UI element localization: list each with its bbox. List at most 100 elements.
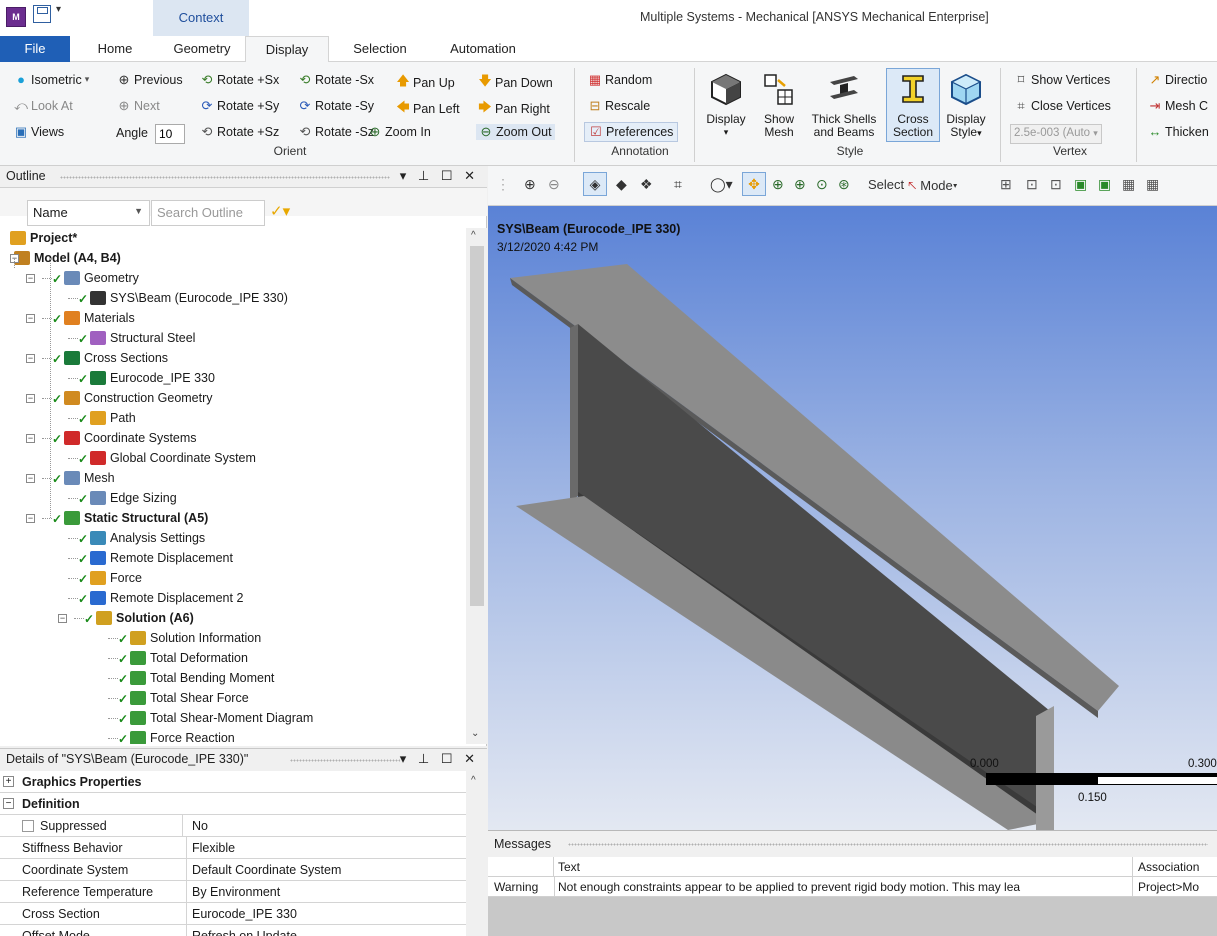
rotate-minus-sy-button[interactable]: ⟳ Rotate -Sy xyxy=(298,98,375,114)
cross-section-button[interactable]: Cross Section xyxy=(886,68,940,142)
panel-controls[interactable]: ▾ ⊥ ☐ ✕ xyxy=(400,168,479,184)
tree-node-total-bending-moment[interactable]: Total Bending Moment xyxy=(130,668,274,688)
tab-geometry[interactable]: Geometry xyxy=(160,36,244,62)
rotate-plus-sx-button[interactable]: ⟲ Rotate +Sx xyxy=(200,72,280,88)
collapse-icon[interactable]: − xyxy=(58,614,67,623)
zoom-icon[interactable]: ⊕ xyxy=(772,176,784,193)
collapse-icon[interactable]: − xyxy=(3,798,14,809)
tree-node-total-shear-force[interactable]: Total Shear Force xyxy=(130,688,249,708)
shaded-edges-icon[interactable]: ❖ xyxy=(640,176,653,193)
collapse-icon[interactable]: − xyxy=(26,354,35,363)
select-body-icon[interactable]: ▣ xyxy=(1074,176,1087,193)
display-style-button[interactable]: Display Style▾ xyxy=(942,72,990,140)
display-button[interactable]: Display ▾ xyxy=(700,72,752,139)
collapse-icon[interactable]: − xyxy=(26,394,35,403)
vertex-tolerance-select[interactable]: 2.5e-003 (Auto ▾ xyxy=(1010,124,1102,144)
tree-node-mesh[interactable]: Mesh xyxy=(64,468,115,488)
show-mesh-button[interactable]: Show Mesh xyxy=(756,72,802,139)
direction-button[interactable]: ↗ Directio xyxy=(1148,72,1208,88)
mesh-connection-button[interactable]: ⇥ Mesh C xyxy=(1148,98,1209,114)
tree-node-static-structural[interactable]: Static Structural (A5) xyxy=(64,508,208,528)
collapse-icon[interactable]: − xyxy=(26,514,35,523)
tree-node-force-reaction[interactable]: Force Reaction xyxy=(130,728,235,744)
pan-up-button[interactable]: 🡅 Pan Up xyxy=(396,72,454,94)
scroll-down-icon[interactable]: ⌄ xyxy=(471,728,479,739)
zoom-in-icon[interactable]: ⊕ xyxy=(524,176,536,193)
text-column-header[interactable]: Text xyxy=(558,857,580,877)
tree-node-project[interactable]: Project* xyxy=(10,228,77,248)
tree-node-total-deformation[interactable]: Total Deformation xyxy=(130,648,248,668)
save-icon[interactable] xyxy=(33,5,51,23)
tab-display[interactable]: Display xyxy=(245,36,329,63)
pan-left-button[interactable]: 🡄 Pan Left xyxy=(396,98,459,120)
beam-model[interactable] xyxy=(488,206,1217,830)
tree-node-edge-sizing[interactable]: Edge Sizing xyxy=(90,488,177,508)
graphics-viewport[interactable]: SYS\Beam (Eurocode_IPE 330) 3/12/2020 4:… xyxy=(488,206,1217,830)
details-row[interactable]: Offset Mode Refresh on Update xyxy=(0,925,466,936)
message-row[interactable]: Warning Not enough constraints appear to… xyxy=(488,877,1217,897)
tree-node-analysis-settings[interactable]: Analysis Settings xyxy=(90,528,205,548)
search-outline-input[interactable]: Search Outline xyxy=(151,200,265,226)
wireframe-icon[interactable]: ◆ xyxy=(616,176,627,193)
tree-node-solution[interactable]: Solution (A6) xyxy=(96,608,194,628)
close-vertices-button[interactable]: ⌗ Close Vertices xyxy=(1014,98,1111,114)
select-node-icon[interactable]: ▦ xyxy=(1122,176,1135,193)
zoom-out-button[interactable]: ⊖ Zoom Out xyxy=(476,124,555,140)
preferences-button[interactable]: ☑ Preferences xyxy=(584,122,679,142)
random-colors-button[interactable]: ▦ Random xyxy=(588,72,652,88)
rescale-button[interactable]: ⊟ Rescale xyxy=(588,98,651,114)
select-edge-icon[interactable]: ⊡ xyxy=(1026,176,1038,193)
select-extend-icon[interactable]: ▦ xyxy=(1146,176,1159,193)
tree-node-path[interactable]: Path xyxy=(90,408,136,428)
tree-node-materials[interactable]: Materials xyxy=(64,308,135,328)
suppressed-checkbox[interactable] xyxy=(22,820,34,832)
look-at-button[interactable]: ⤺ Look At xyxy=(14,98,73,114)
app-icon[interactable]: M xyxy=(6,7,26,27)
thick-shells-beams-button[interactable]: Thick Shells and Beams xyxy=(806,72,882,139)
next-view-button[interactable]: ⊕ Next xyxy=(117,98,160,114)
scroll-up-icon[interactable]: ^ xyxy=(471,230,476,241)
rotate-minus-sz-button[interactable]: ⟲ Rotate -Sz xyxy=(298,124,375,140)
details-scrollbar[interactable] xyxy=(466,771,487,936)
views-button[interactable]: ▣ Views xyxy=(14,124,64,140)
tab-automation[interactable]: Automation xyxy=(440,36,526,62)
collapse-icon[interactable]: − xyxy=(26,434,35,443)
tree-node-cross-sections[interactable]: Cross Sections xyxy=(64,348,168,368)
tree-node-remote-displacement[interactable]: Remote Displacement xyxy=(90,548,233,568)
collapse-icon[interactable]: − xyxy=(26,314,35,323)
details-row[interactable]: Coordinate System Default Coordinate Syst… xyxy=(0,859,466,881)
show-vertices-button[interactable]: ⌑ Show Vertices xyxy=(1014,72,1111,88)
association-column-header[interactable]: Association xyxy=(1138,857,1199,877)
thicken-button[interactable]: ↔ Thicken xyxy=(1148,124,1209,139)
details-section-definition[interactable]: − Definition xyxy=(0,793,466,815)
tab-file[interactable]: File xyxy=(0,36,70,62)
panel-controls[interactable]: ▾ ⊥ ☐ ✕ xyxy=(400,751,479,767)
pan-icon[interactable]: ✥ xyxy=(742,172,766,196)
tree-node-force[interactable]: Force xyxy=(90,568,142,588)
details-row[interactable]: Suppressed No xyxy=(0,815,466,837)
select-face-icon[interactable]: ⊡ xyxy=(1050,176,1062,193)
angle-input[interactable] xyxy=(155,124,185,144)
context-tab[interactable]: Context xyxy=(153,0,249,36)
pan-right-button[interactable]: 🡆 Pan Right xyxy=(478,98,550,120)
name-filter-select[interactable]: Name ▼ xyxy=(27,200,150,226)
tree-node-remote-displacement-2[interactable]: Remote Displacement 2 xyxy=(90,588,243,608)
details-row[interactable]: Stiffness Behavior Flexible xyxy=(0,837,466,859)
tab-selection[interactable]: Selection xyxy=(340,36,420,62)
tree-node-geometry[interactable]: Geometry xyxy=(64,268,139,288)
magnifier-icon[interactable]: ⊛ xyxy=(838,176,850,193)
details-section-graphics[interactable]: + Graphics Properties xyxy=(0,771,466,793)
type-column-header[interactable] xyxy=(488,857,554,877)
previous-view-button[interactable]: ⊕ Previous xyxy=(117,72,183,88)
rotate-plus-sz-button[interactable]: ⟲ Rotate +Sz xyxy=(200,124,280,140)
filter-expand-icon[interactable]: ✓▾ xyxy=(270,202,290,220)
zoom-in-button[interactable]: ⊕ Zoom In xyxy=(368,124,431,140)
tree-node-coordinate-systems[interactable]: Coordinate Systems xyxy=(64,428,197,448)
select-label[interactable]: Select xyxy=(868,177,904,192)
tree-node-model[interactable]: Model (A4, B4) xyxy=(14,248,121,268)
tree-node-solution-information[interactable]: Solution Information xyxy=(130,628,261,648)
expand-icon[interactable]: + xyxy=(3,776,14,787)
tree-node-ipe-section[interactable]: Eurocode_IPE 330 xyxy=(90,368,215,388)
shaded-view-icon[interactable]: ◈ xyxy=(583,172,607,196)
details-row[interactable]: Cross Section Eurocode_IPE 330 xyxy=(0,903,466,925)
